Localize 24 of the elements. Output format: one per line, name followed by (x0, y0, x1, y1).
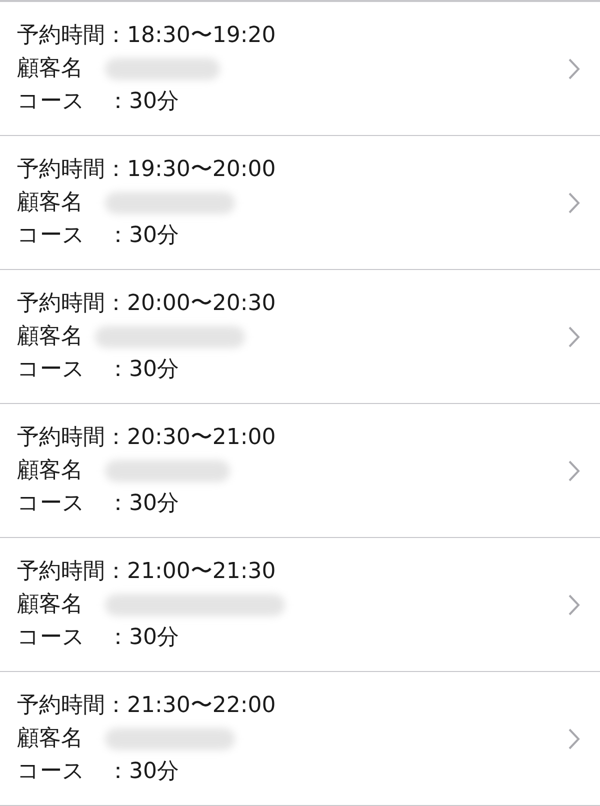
course-text: コース ：30分 (17, 356, 180, 384)
customer-name-label: 顧客名 (17, 323, 83, 351)
reservation-time: 予約時間：21:00〜21:30 (17, 558, 277, 586)
customer-name-label: 顧客名 (17, 55, 83, 83)
customer-name-label: 顧客名 (17, 725, 83, 753)
reservation-time: 予約時間：21:30〜22:00 (17, 692, 277, 720)
reservation-time: 予約時間：19:30〜20:00 (17, 156, 277, 184)
customer-name-label: 顧客名 (17, 457, 83, 485)
course-text: コース ：30分 (17, 624, 180, 652)
reservation-time: 予約時間：20:00〜20:30 (17, 290, 277, 318)
course-text: コース ：30分 (17, 88, 180, 116)
chevron-right-icon (568, 594, 580, 616)
reservation-time: 予約時間：20:30〜21:00 (17, 424, 277, 452)
course-text: コース ：30分 (17, 222, 180, 250)
chevron-right-icon (568, 326, 580, 348)
course-text: コース ：30分 (17, 758, 180, 786)
customer-name-label: 顧客名 (17, 591, 83, 619)
chevron-right-icon (568, 58, 580, 80)
reservation-time: 予約時間：18:30〜19:20 (17, 22, 277, 50)
chevron-right-icon (568, 192, 580, 214)
chevron-right-icon (568, 728, 580, 750)
course-text: コース ：30分 (17, 490, 180, 518)
chevron-right-icon (568, 460, 580, 482)
customer-name-label: 顧客名 (17, 189, 83, 217)
